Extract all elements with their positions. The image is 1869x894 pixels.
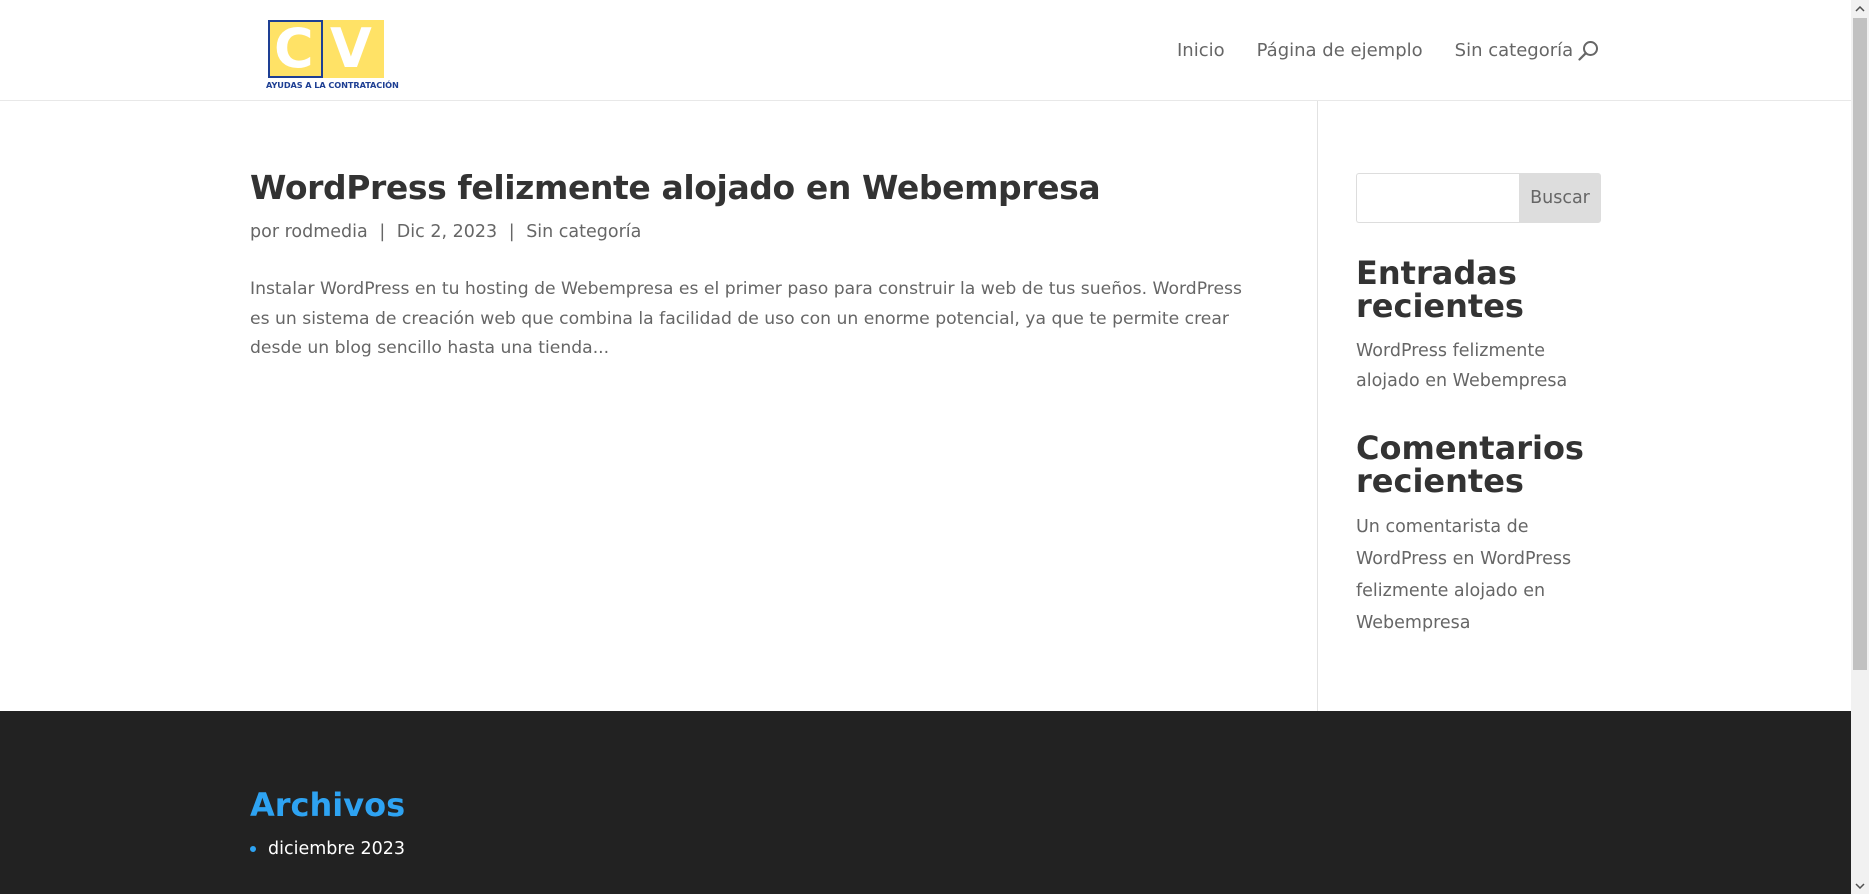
nav-item-inicio[interactable]: Inicio: [1177, 40, 1225, 61]
nav-item-pagina-de-ejemplo[interactable]: Página de ejemplo: [1257, 40, 1423, 61]
post-category-link[interactable]: Sin categoría: [526, 222, 641, 242]
recent-comments-title: Comentarios recientes: [1356, 429, 1584, 500]
scrollbar-thumb[interactable]: [1853, 18, 1867, 670]
recent-comment: Un comentarista de WordPress en WordPres…: [1356, 511, 1586, 639]
sidebar-search-form: Buscar: [1356, 173, 1601, 223]
logo-tagline: AYUDAS A LA CONTRATACIÓN: [266, 80, 399, 90]
scroll-down-arrow-icon[interactable]: [1851, 877, 1869, 894]
post-meta-prefix: por: [250, 222, 280, 242]
sidebar-search-button[interactable]: Buscar: [1519, 173, 1601, 223]
meta-separator: |: [379, 222, 386, 242]
site-header: C V AYUDAS A LA CONTRATACIÓN Inicio Pági…: [0, 0, 1851, 101]
site-footer: Archivos diciembre 2023: [0, 711, 1851, 894]
archive-item-label: diciembre 2023: [268, 839, 406, 859]
page: C V AYUDAS A LA CONTRATACIÓN Inicio Pági…: [0, 0, 1851, 894]
recent-post-link[interactable]: WordPress felizmente alojado en Webempre…: [1356, 337, 1606, 396]
comment-connector: en: [1452, 549, 1475, 569]
search-icon[interactable]: [1578, 40, 1600, 62]
post-meta: por rodmedia | Dic 2, 2023 | Sin categor…: [250, 222, 641, 242]
archives-title: Archivos: [250, 786, 406, 824]
post-title[interactable]: WordPress felizmente alojado en Webempre…: [250, 168, 1101, 207]
sidebar-search-input[interactable]: [1356, 173, 1519, 223]
main-nav: Inicio Página de ejemplo Sin categoría: [1177, 38, 1573, 62]
archive-item[interactable]: diciembre 2023: [250, 839, 405, 859]
meta-separator: |: [508, 222, 515, 242]
post-excerpt: Instalar WordPress en tu hosting de Webe…: [250, 279, 1242, 358]
post-date: Dic 2, 2023: [396, 222, 498, 242]
sidebar-divider: [1317, 101, 1318, 711]
scroll-up-arrow-icon[interactable]: [1851, 0, 1869, 17]
archives-list: diciembre 2023: [250, 839, 405, 859]
search-icon-glyph: [1578, 41, 1598, 61]
post-author-link[interactable]: rodmedia: [285, 222, 368, 242]
logo-letter-v: V: [330, 17, 372, 80]
logo-letter-c: C: [274, 17, 314, 80]
bullet-icon: [250, 846, 256, 852]
nav-item-sin-categoria[interactable]: Sin categoría: [1455, 40, 1574, 61]
site-logo[interactable]: C V AYUDAS A LA CONTRATACIÓN: [266, 17, 399, 92]
page-scrollbar[interactable]: [1851, 0, 1869, 894]
recent-posts-title: Entradas recientes: [1356, 254, 1524, 325]
